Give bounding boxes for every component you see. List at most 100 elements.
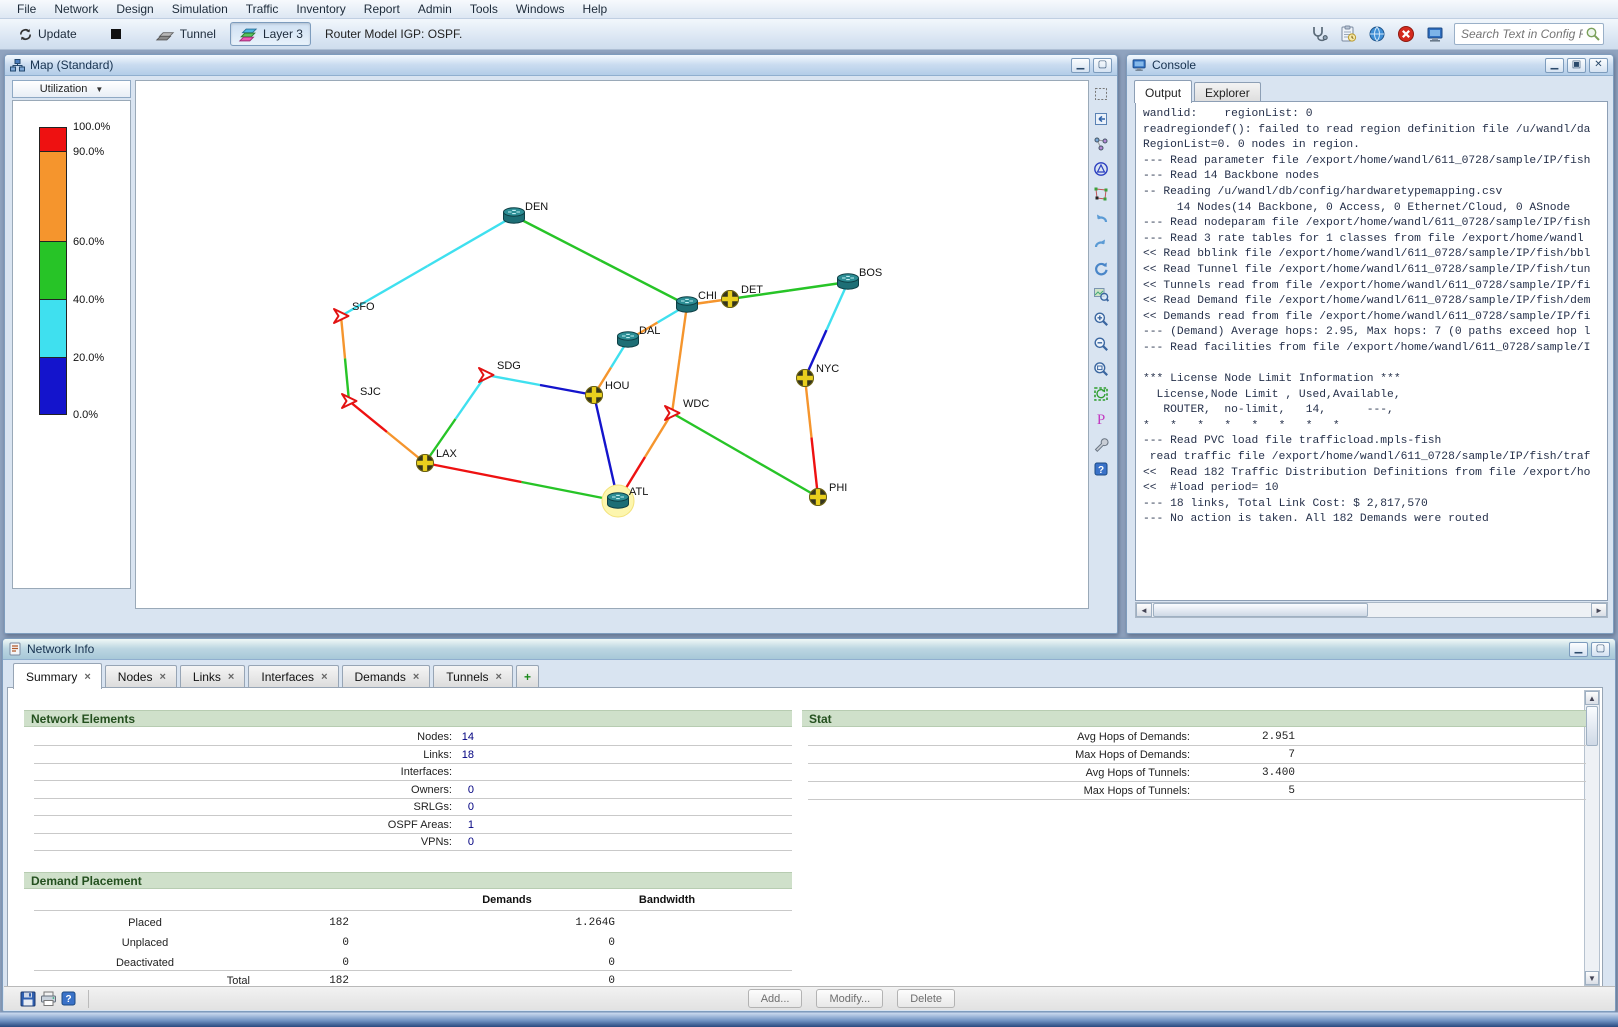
link-SFO-SJC[interactable] <box>341 316 349 401</box>
row-separator <box>808 745 1586 746</box>
link-SDG-HOU[interactable] <box>486 375 594 395</box>
node-SDG[interactable] <box>479 368 494 382</box>
menu-item-traffic[interactable]: Traffic <box>237 0 288 19</box>
menu-item-network[interactable]: Network <box>45 0 107 19</box>
menu-item-tools[interactable]: Tools <box>461 0 507 19</box>
tab-close-icon[interactable]: × <box>159 671 165 683</box>
console-monitor-icon[interactable] <box>1425 24 1445 44</box>
search-icon[interactable] <box>1585 26 1601 42</box>
node-PHI[interactable] <box>810 489 827 506</box>
node-LAX[interactable] <box>417 455 434 472</box>
menu-item-file[interactable]: File <box>8 0 45 19</box>
node-BOS[interactable] <box>838 274 859 289</box>
scroll-thumb[interactable] <box>1586 706 1598 746</box>
modify-button[interactable]: Modify... <box>816 989 883 1008</box>
globe-icon[interactable] <box>1367 24 1387 44</box>
select-marquee-icon[interactable] <box>1090 83 1112 105</box>
console-close-button[interactable]: ✕ <box>1589 58 1608 73</box>
search-input[interactable] <box>1454 23 1604 45</box>
tunnel-button[interactable]: Tunnel <box>147 22 224 46</box>
reset-view-icon[interactable] <box>1090 258 1112 280</box>
tab-close-icon[interactable]: × <box>496 671 502 683</box>
save-icon[interactable] <box>18 989 38 1009</box>
map-minimize-button[interactable]: ▁ <box>1071 58 1090 73</box>
menu-item-windows[interactable]: Windows <box>507 0 574 19</box>
zoom-selection-icon[interactable] <box>1090 283 1112 305</box>
console-minimize-button[interactable]: ▁ <box>1545 58 1564 73</box>
stop-button[interactable] <box>103 22 129 46</box>
scroll-down-button[interactable]: ▼ <box>1585 971 1599 985</box>
tab-close-icon[interactable]: × <box>413 671 419 683</box>
chevron-down-icon: ▼ <box>95 85 103 94</box>
abort-icon[interactable] <box>1396 24 1416 44</box>
link-NYC-PHI[interactable] <box>805 378 818 497</box>
console-tab-output[interactable]: Output <box>1134 80 1192 103</box>
summary-vscrollbar[interactable]: ▲ ▼ <box>1584 690 1600 986</box>
menu-item-design[interactable]: Design <box>107 0 162 19</box>
scroll-left-button[interactable]: ◄ <box>1136 603 1152 617</box>
tools-wrench-icon[interactable] <box>1090 433 1112 455</box>
graph-layout-icon[interactable] <box>1090 133 1112 155</box>
network-info-maximize-button[interactable]: ▢ <box>1591 642 1610 657</box>
fit-in-window-icon[interactable] <box>1090 108 1112 130</box>
node-DET[interactable] <box>722 291 739 308</box>
update-button[interactable]: Update <box>10 22 85 46</box>
tab-demands[interactable]: Demands× <box>342 665 431 689</box>
path-label-icon[interactable]: P <box>1090 408 1112 430</box>
stethoscope-icon[interactable] <box>1309 24 1329 44</box>
zoom-out-icon[interactable] <box>1090 333 1112 355</box>
link-WDC-PHI[interactable] <box>672 413 818 497</box>
delete-button[interactable]: Delete <box>897 989 955 1008</box>
topology-canvas[interactable]: DENSFOSJCSDGLAXDALHOUCHIDETBOSNYCWDCATLP… <box>135 80 1089 609</box>
menu-item-help[interactable]: Help <box>574 0 617 19</box>
tab-interfaces[interactable]: Interfaces× <box>248 665 338 689</box>
help-icon[interactable]: ? <box>1090 458 1112 480</box>
tab-close-icon[interactable]: × <box>84 671 90 683</box>
zoom-window-icon[interactable] <box>1090 358 1112 380</box>
scroll-thumb[interactable] <box>1153 603 1368 617</box>
link-DEN-CHI[interactable] <box>514 216 687 305</box>
print-icon[interactable] <box>38 989 58 1009</box>
menu-item-admin[interactable]: Admin <box>409 0 461 19</box>
distribute-nodes-icon[interactable] <box>1090 183 1112 205</box>
zoom-in-icon[interactable] <box>1090 308 1112 330</box>
tab-links[interactable]: Links× <box>180 665 245 689</box>
map-titlebar[interactable]: Map (Standard) ▁ ▢ <box>5 55 1117 76</box>
circular-layout-icon[interactable] <box>1090 158 1112 180</box>
menu-item-inventory[interactable]: Inventory <box>287 0 354 19</box>
console-hscrollbar[interactable]: ◄ ► <box>1135 602 1608 618</box>
console-restore-button[interactable]: ▣ <box>1567 58 1586 73</box>
link-SJC-LAX[interactable] <box>349 401 425 463</box>
network-info-titlebar[interactable]: Network Info ▁ ▢ <box>3 639 1615 660</box>
scroll-right-button[interactable]: ► <box>1591 603 1607 617</box>
node-DEN[interactable] <box>504 208 525 223</box>
link-LAX-ATL[interactable] <box>425 463 618 501</box>
map-mode-select[interactable]: Utilization ▼ <box>12 80 131 98</box>
fit-content-icon[interactable] <box>1090 383 1112 405</box>
map-maximize-button[interactable]: ▢ <box>1093 58 1112 73</box>
tab-tunnels[interactable]: Tunnels× <box>433 665 513 689</box>
scroll-up-button[interactable]: ▲ <box>1585 691 1599 705</box>
undo-icon[interactable] <box>1090 208 1112 230</box>
menu-item-simulation[interactable]: Simulation <box>163 0 237 19</box>
add-button[interactable]: Add... <box>748 989 803 1008</box>
redo-icon[interactable] <box>1090 233 1112 255</box>
link-CHI-WDC[interactable] <box>672 305 687 413</box>
node-HOU[interactable] <box>586 387 603 404</box>
node-NYC[interactable] <box>797 370 814 387</box>
tab-summary[interactable]: Summary× <box>13 663 102 689</box>
tab-close-icon[interactable]: × <box>321 671 327 683</box>
node-CHI[interactable] <box>677 297 698 312</box>
add-tab-button[interactable]: + <box>516 665 539 689</box>
tab-nodes[interactable]: Nodes× <box>105 665 177 689</box>
console-tab-explorer[interactable]: Explorer <box>1194 82 1261 103</box>
console-titlebar[interactable]: Console ▁ ▣ ✕ <box>1127 55 1613 76</box>
report-icon[interactable] <box>1338 24 1358 44</box>
legend-segment-40-60% <box>39 242 67 300</box>
network-info-minimize-button[interactable]: ▁ <box>1569 642 1588 657</box>
tab-close-icon[interactable]: × <box>228 671 234 683</box>
help-icon[interactable]: ? <box>58 989 78 1009</box>
node-DAL[interactable] <box>618 332 639 347</box>
layer3-button[interactable]: Layer 3 <box>230 22 311 46</box>
menu-item-report[interactable]: Report <box>355 0 409 19</box>
